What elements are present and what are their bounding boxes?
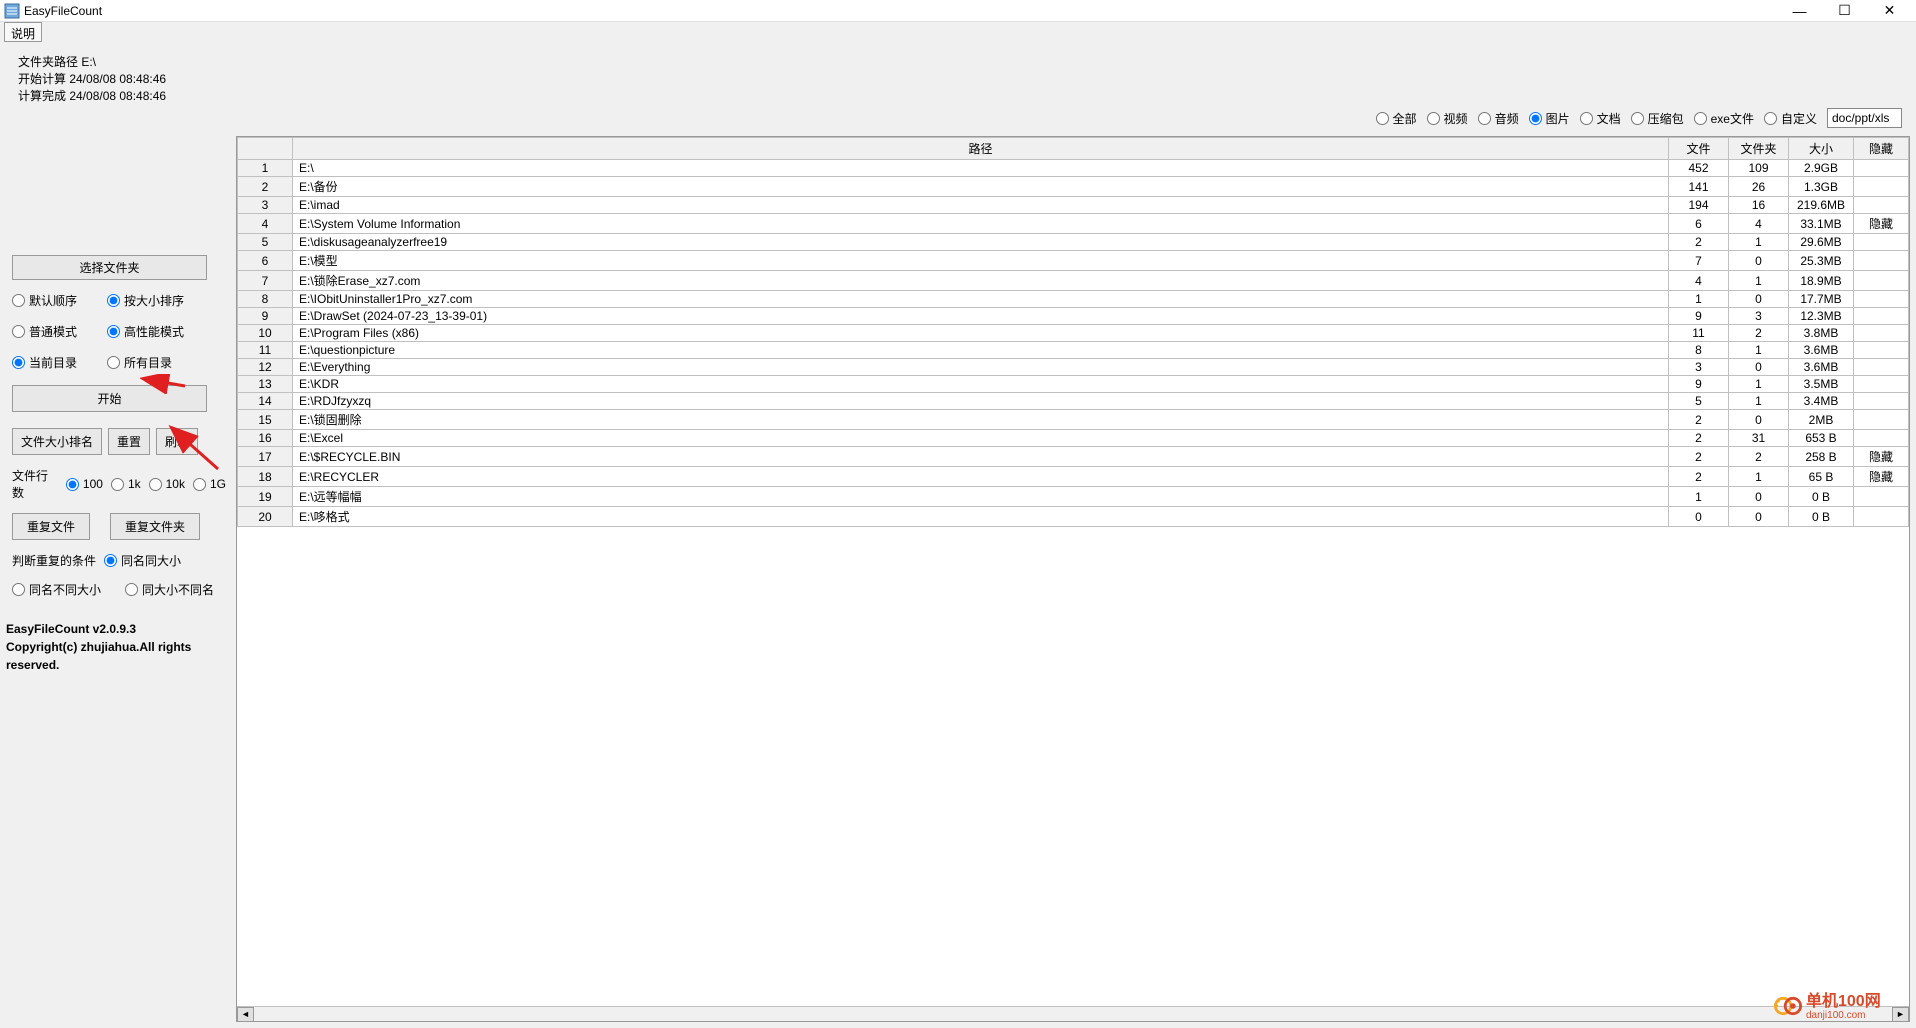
filter-custom-input[interactable] — [1827, 108, 1902, 128]
table-container: 路径 文件 文件夹 大小 隐藏 1E:\4521092.9GB2E:\备份141… — [236, 136, 1910, 1022]
footer-text: EasyFileCount v2.0.9.3 Copyright(c) zhuj… — [6, 620, 226, 674]
table-row[interactable]: 13E:\KDR913.5MB — [238, 376, 1909, 393]
table-row[interactable]: 9E:\DrawSet (2024-07-23_13-39-01)9312.3M… — [238, 308, 1909, 325]
col-hidden[interactable]: 隐藏 — [1854, 138, 1909, 160]
filter-archive[interactable]: 压缩包 — [1631, 110, 1684, 127]
radio-high-mode[interactable]: 高性能模式 — [107, 323, 184, 340]
rows-label: 文件行数 — [12, 467, 58, 501]
col-index[interactable] — [238, 138, 293, 160]
sidebar: 文件夹路径 E:\ 开始计算 24/08/08 08:48:46 计算完成 24… — [6, 48, 226, 1022]
select-folder-button[interactable]: 选择文件夹 — [12, 255, 207, 280]
dup-file-button[interactable]: 重复文件 — [12, 513, 90, 540]
file-rank-button[interactable]: 文件大小排名 — [12, 428, 102, 455]
info-start: 开始计算 24/08/08 08:48:46 — [18, 71, 226, 88]
dup-folder-button[interactable]: 重复文件夹 — [110, 513, 200, 540]
svg-text:danji100.com: danji100.com — [1806, 1010, 1865, 1021]
filter-image[interactable]: 图片 — [1529, 110, 1570, 127]
minimize-button[interactable]: — — [1777, 0, 1822, 22]
app-window: EasyFileCount — ☐ ✕ 说明 文件夹路径 E:\ 开始计算 24… — [0, 0, 1916, 1028]
refresh-button[interactable]: 刷新 — [156, 428, 198, 455]
col-file[interactable]: 文件 — [1669, 138, 1729, 160]
radio-rows-1g[interactable]: 1G — [193, 477, 226, 491]
table-row[interactable]: 10E:\Program Files (x86)1123.8MB — [238, 325, 1909, 342]
info-block: 文件夹路径 E:\ 开始计算 24/08/08 08:48:46 计算完成 24… — [18, 54, 226, 105]
table-row[interactable]: 17E:\$RECYCLE.BIN22258 B隐藏 — [238, 447, 1909, 467]
horizontal-scrollbar[interactable]: ◄ ► — [237, 1006, 1909, 1021]
close-button[interactable]: ✕ — [1867, 0, 1912, 22]
menubar: 说明 — [0, 22, 1916, 42]
table-row[interactable]: 3E:\imad19416219.6MB — [238, 197, 1909, 214]
table-row[interactable]: 15E:\锁固删除202MB — [238, 410, 1909, 430]
window-title: EasyFileCount — [24, 4, 1777, 18]
table-row[interactable]: 1E:\4521092.9GB — [238, 160, 1909, 177]
radio-current-dir[interactable]: 当前目录 — [12, 354, 77, 371]
radio-normal-mode[interactable]: 普通模式 — [12, 323, 77, 340]
window-controls: — ☐ ✕ — [1777, 0, 1912, 22]
col-folder[interactable]: 文件夹 — [1729, 138, 1789, 160]
start-button[interactable]: 开始 — [12, 385, 207, 412]
copyright-text: Copyright(c) zhujiahua.All rights reserv… — [6, 638, 226, 674]
titlebar: EasyFileCount — ☐ ✕ — [0, 0, 1916, 22]
reset-button[interactable]: 重置 — [108, 428, 150, 455]
watermark-icon — [1774, 992, 1802, 1020]
filter-exe[interactable]: exe文件 — [1694, 110, 1754, 127]
table-row[interactable]: 6E:\模型7025.3MB — [238, 251, 1909, 271]
radio-rows-1k[interactable]: 1k — [111, 477, 141, 491]
radio-dup-c[interactable]: 同大小不同名 — [125, 581, 214, 598]
col-size[interactable]: 大小 — [1789, 138, 1854, 160]
menu-help[interactable]: 说明 — [4, 22, 42, 42]
content-area: 文件夹路径 E:\ 开始计算 24/08/08 08:48:46 计算完成 24… — [0, 42, 1916, 1028]
table-row[interactable]: 11E:\questionpicture813.6MB — [238, 342, 1909, 359]
scroll-track[interactable] — [254, 1007, 1892, 1022]
filter-video[interactable]: 视频 — [1427, 110, 1468, 127]
filter-all[interactable]: 全部 — [1376, 110, 1417, 127]
radio-dup-a[interactable]: 同名同大小 — [104, 552, 181, 569]
table-row[interactable]: 19E:\远等幅幅100 B — [238, 487, 1909, 507]
version-text: EasyFileCount v2.0.9.3 — [6, 620, 226, 638]
radio-dup-b[interactable]: 同名不同大小 — [12, 581, 101, 598]
scroll-left-icon[interactable]: ◄ — [237, 1007, 254, 1022]
table-row[interactable]: 5E:\diskusageanalyzerfree192129.6MB — [238, 234, 1909, 251]
radio-rows-10k[interactable]: 10k — [149, 477, 185, 491]
col-path[interactable]: 路径 — [293, 138, 1669, 160]
radio-default-order[interactable]: 默认顺序 — [12, 292, 77, 309]
app-icon — [4, 3, 20, 19]
table-row[interactable]: 8E:\IObitUninstaller1Pro_xz7.com1017.7MB — [238, 291, 1909, 308]
table-row[interactable]: 18E:\RECYCLER2165 B隐藏 — [238, 467, 1909, 487]
table-row[interactable]: 16E:\Excel231653 B — [238, 430, 1909, 447]
table-row[interactable]: 14E:\RDJfzyxzq513.4MB — [238, 393, 1909, 410]
dup-cond-label: 判断重复的条件 — [12, 552, 96, 569]
filter-doc[interactable]: 文档 — [1580, 110, 1621, 127]
table-row[interactable]: 12E:\Everything303.6MB — [238, 359, 1909, 376]
watermark-text: 单机100网danji100.com — [1806, 990, 1906, 1022]
filter-audio[interactable]: 音频 — [1478, 110, 1519, 127]
svg-text:单机100网: 单机100网 — [1806, 991, 1881, 1010]
radio-size-order[interactable]: 按大小排序 — [107, 292, 184, 309]
table-row[interactable]: 7E:\锁除Erase_xz7.com4118.9MB — [238, 271, 1909, 291]
table-row[interactable]: 4E:\System Volume Information6433.1MB隐藏 — [238, 214, 1909, 234]
info-path: 文件夹路径 E:\ — [18, 54, 226, 71]
table-row[interactable]: 20E:\哆格式000 B — [238, 507, 1909, 527]
maximize-button[interactable]: ☐ — [1822, 0, 1867, 22]
filter-row: 全部 视频 音频 图片 文档 压缩包 exe文件 自定义 — [236, 48, 1910, 136]
watermark: 单机100网danji100.com — [1774, 990, 1906, 1022]
file-table: 路径 文件 文件夹 大小 隐藏 1E:\4521092.9GB2E:\备份141… — [237, 137, 1909, 527]
main-panel: 全部 视频 音频 图片 文档 压缩包 exe文件 自定义 路径 文件 — [236, 48, 1910, 1022]
filter-custom[interactable]: 自定义 — [1764, 110, 1817, 127]
radio-all-dir[interactable]: 所有目录 — [107, 354, 172, 371]
radio-rows-100[interactable]: 100 — [66, 477, 103, 491]
table-row[interactable]: 2E:\备份141261.3GB — [238, 177, 1909, 197]
info-end: 计算完成 24/08/08 08:48:46 — [18, 88, 226, 105]
